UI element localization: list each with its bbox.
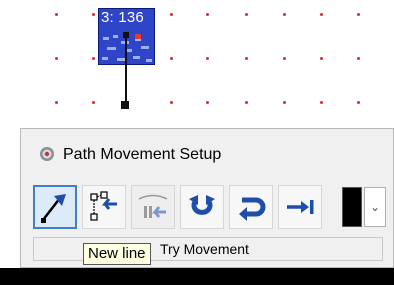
grid-dot	[55, 101, 58, 104]
add-point-icon	[138, 194, 168, 218]
color-dropdown[interactable]: ⌄	[364, 187, 386, 227]
grid-dot	[245, 57, 248, 60]
chevron-down-icon: ⌄	[369, 200, 381, 214]
grid-dot	[92, 57, 95, 60]
map-canvas[interactable]: 3: 136	[0, 0, 394, 128]
grid-dot	[170, 57, 173, 60]
status-text: Try Movement	[160, 241, 249, 257]
path-line	[125, 38, 127, 104]
grid-dot	[92, 13, 95, 16]
grid-dot	[55, 57, 58, 60]
return-button[interactable]	[229, 185, 273, 229]
grid-dot	[206, 101, 209, 104]
go-to-end-button[interactable]	[278, 185, 322, 229]
app-gear-icon	[40, 147, 54, 161]
loop-button[interactable]	[180, 185, 224, 229]
insert-node-button[interactable]	[82, 185, 126, 229]
grid-dot	[92, 101, 95, 104]
color-swatch[interactable]	[342, 187, 362, 227]
grid-dot	[170, 101, 173, 104]
tooltip: New line	[83, 243, 151, 265]
grid-dot	[357, 13, 360, 16]
loop-arrow-icon	[189, 195, 215, 215]
node-label: 3: 136	[101, 9, 144, 26]
new-line-button[interactable]	[33, 185, 77, 229]
grid-dot	[245, 13, 248, 16]
grid-dot	[245, 101, 248, 104]
grid-dot	[320, 101, 323, 104]
grid-dot	[320, 13, 323, 16]
grid-dot	[357, 101, 360, 104]
grid-dot	[206, 13, 209, 16]
dialog-titlebar[interactable]: Path Movement Setup	[21, 129, 393, 177]
arrow-to-end-icon	[287, 200, 314, 214]
grid-dot	[357, 57, 360, 60]
bottom-edge	[0, 268, 394, 285]
path-endpoint-handle[interactable]	[121, 101, 129, 109]
return-arrow-icon	[239, 197, 266, 221]
grid-dot	[283, 101, 286, 104]
toolbar: ⌄	[33, 185, 393, 231]
path-movement-setup-dialog: Path Movement Setup ⌄ Try Movement	[20, 128, 394, 268]
new-line-icon	[41, 194, 66, 223]
dialog-title: Path Movement Setup	[63, 146, 222, 163]
grid-dot	[283, 13, 286, 16]
grid-dot	[283, 57, 286, 60]
insert-node-icon	[90, 191, 117, 221]
grid-dot	[320, 57, 323, 60]
grid-dot	[170, 13, 173, 16]
grid-dot	[55, 13, 58, 16]
grid-dot	[206, 57, 209, 60]
add-point-button[interactable]	[131, 185, 175, 229]
